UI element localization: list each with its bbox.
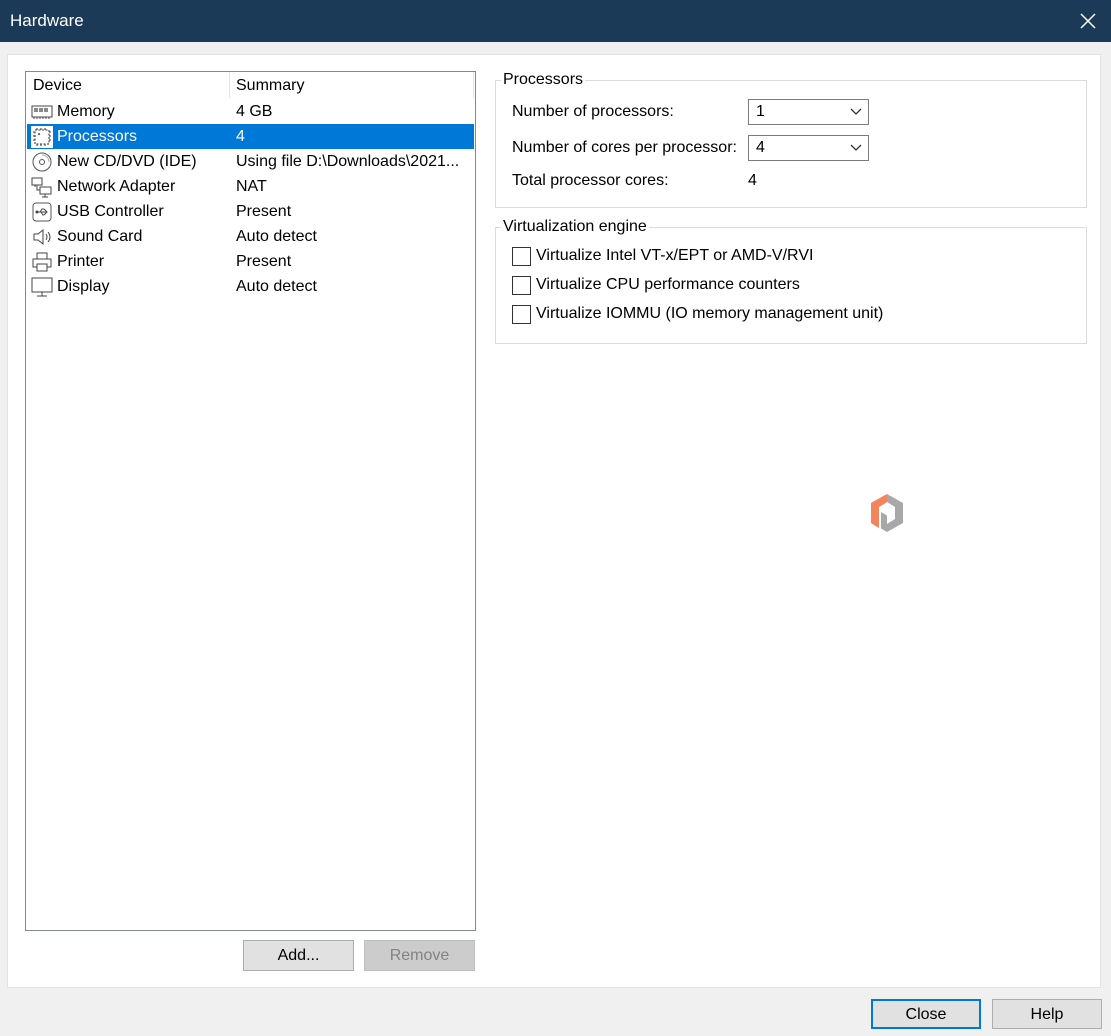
window-close-button[interactable] bbox=[1065, 0, 1111, 42]
close-icon bbox=[1080, 13, 1096, 29]
remove-device-button[interactable]: Remove bbox=[364, 940, 475, 971]
display-icon bbox=[31, 277, 53, 297]
num-processors-label: Number of processors: bbox=[512, 103, 674, 120]
watermark-logo bbox=[871, 494, 903, 532]
device-summary: Present bbox=[236, 203, 292, 220]
cd-dvd-icon bbox=[32, 152, 52, 172]
virtualization-group-title: Virtualization engine bbox=[501, 218, 649, 236]
device-name: Network Adapter bbox=[57, 178, 176, 195]
device-name: New CD/DVD (IDE) bbox=[57, 153, 197, 170]
processor-icon bbox=[31, 126, 53, 148]
device-summary: Auto detect bbox=[236, 278, 317, 295]
chevron-down-icon bbox=[850, 144, 862, 151]
device-name: Sound Card bbox=[57, 228, 143, 245]
virtualize-iommu-checkbox-row[interactable]: Virtualize IOMMU (IO memory management u… bbox=[512, 304, 912, 326]
add-device-button[interactable]: Add... bbox=[243, 940, 354, 971]
printer-icon bbox=[32, 252, 52, 272]
cores-per-processor-value: 4 bbox=[756, 139, 765, 156]
device-row-processors[interactable]: Processors 4 bbox=[27, 124, 474, 149]
device-row-display[interactable]: Display Auto detect bbox=[27, 274, 474, 299]
usb-icon bbox=[32, 202, 52, 222]
virtualize-perf-counters-checkbox[interactable] bbox=[512, 276, 531, 295]
device-name: USB Controller bbox=[57, 203, 164, 220]
virtualize-perf-counters-checkbox-row[interactable]: Virtualize CPU performance counters bbox=[512, 275, 912, 297]
device-row-cd-dvd[interactable]: New CD/DVD (IDE) Using file D:\Downloads… bbox=[27, 149, 474, 174]
cores-per-processor-label: Number of cores per processor: bbox=[512, 139, 737, 156]
device-row-network-adapter[interactable]: Network Adapter NAT bbox=[27, 174, 474, 199]
device-summary: Present bbox=[236, 253, 292, 270]
chevron-down-icon bbox=[850, 108, 862, 115]
device-name: Printer bbox=[57, 253, 105, 270]
total-cores-label: Total processor cores: bbox=[512, 172, 669, 189]
speaker-icon bbox=[33, 228, 51, 246]
virtualize-iommu-label: Virtualize IOMMU (IO memory management u… bbox=[536, 305, 884, 322]
help-button[interactable]: Help bbox=[992, 999, 1102, 1029]
device-summary: Using file D:\Downloads\2021... bbox=[236, 153, 460, 170]
device-list[interactable]: Device Summary Memory 4 GB Processors 4 … bbox=[25, 71, 476, 931]
processors-group-title: Processors bbox=[501, 71, 586, 89]
device-name: Memory bbox=[57, 103, 115, 120]
device-summary: 4 bbox=[236, 128, 245, 145]
title-bar: Hardware bbox=[0, 0, 1111, 42]
dialog-content: Device Summary Memory 4 GB Processors 4 … bbox=[7, 54, 1101, 988]
device-row-sound-card[interactable]: Sound Card Auto detect bbox=[27, 224, 474, 249]
total-cores-value: 4 bbox=[748, 172, 757, 189]
device-row-usb-controller[interactable]: USB Controller Present bbox=[27, 199, 474, 224]
memory-icon bbox=[31, 105, 53, 119]
window-title: Hardware bbox=[10, 11, 84, 30]
virtualize-vtx-label: Virtualize Intel VT-x/EPT or AMD-V/RVI bbox=[536, 247, 814, 264]
virtualize-perf-counters-label: Virtualize CPU performance counters bbox=[536, 276, 800, 293]
close-button[interactable]: Close bbox=[871, 999, 981, 1029]
virtualize-vtx-checkbox[interactable] bbox=[512, 247, 531, 266]
num-processors-value: 1 bbox=[756, 103, 765, 120]
cores-per-processor-select[interactable]: 4 bbox=[748, 135, 869, 161]
device-summary: NAT bbox=[236, 178, 267, 195]
virtualize-vtx-checkbox-row[interactable]: Virtualize Intel VT-x/EPT or AMD-V/RVI bbox=[512, 246, 912, 268]
virtualize-iommu-checkbox[interactable] bbox=[512, 305, 531, 324]
device-name: Processors bbox=[57, 128, 138, 145]
device-summary: Auto detect bbox=[236, 228, 317, 245]
network-adapter-icon bbox=[31, 177, 52, 198]
device-row-memory[interactable]: Memory 4 GB bbox=[27, 99, 474, 124]
column-header-device[interactable]: Device bbox=[26, 72, 230, 98]
column-header-summary[interactable]: Summary bbox=[230, 72, 474, 98]
device-summary: 4 GB bbox=[236, 103, 273, 120]
device-name: Display bbox=[57, 278, 110, 295]
num-processors-select[interactable]: 1 bbox=[748, 99, 869, 125]
device-row-printer[interactable]: Printer Present bbox=[27, 249, 474, 274]
list-header: Device Summary bbox=[26, 72, 475, 98]
